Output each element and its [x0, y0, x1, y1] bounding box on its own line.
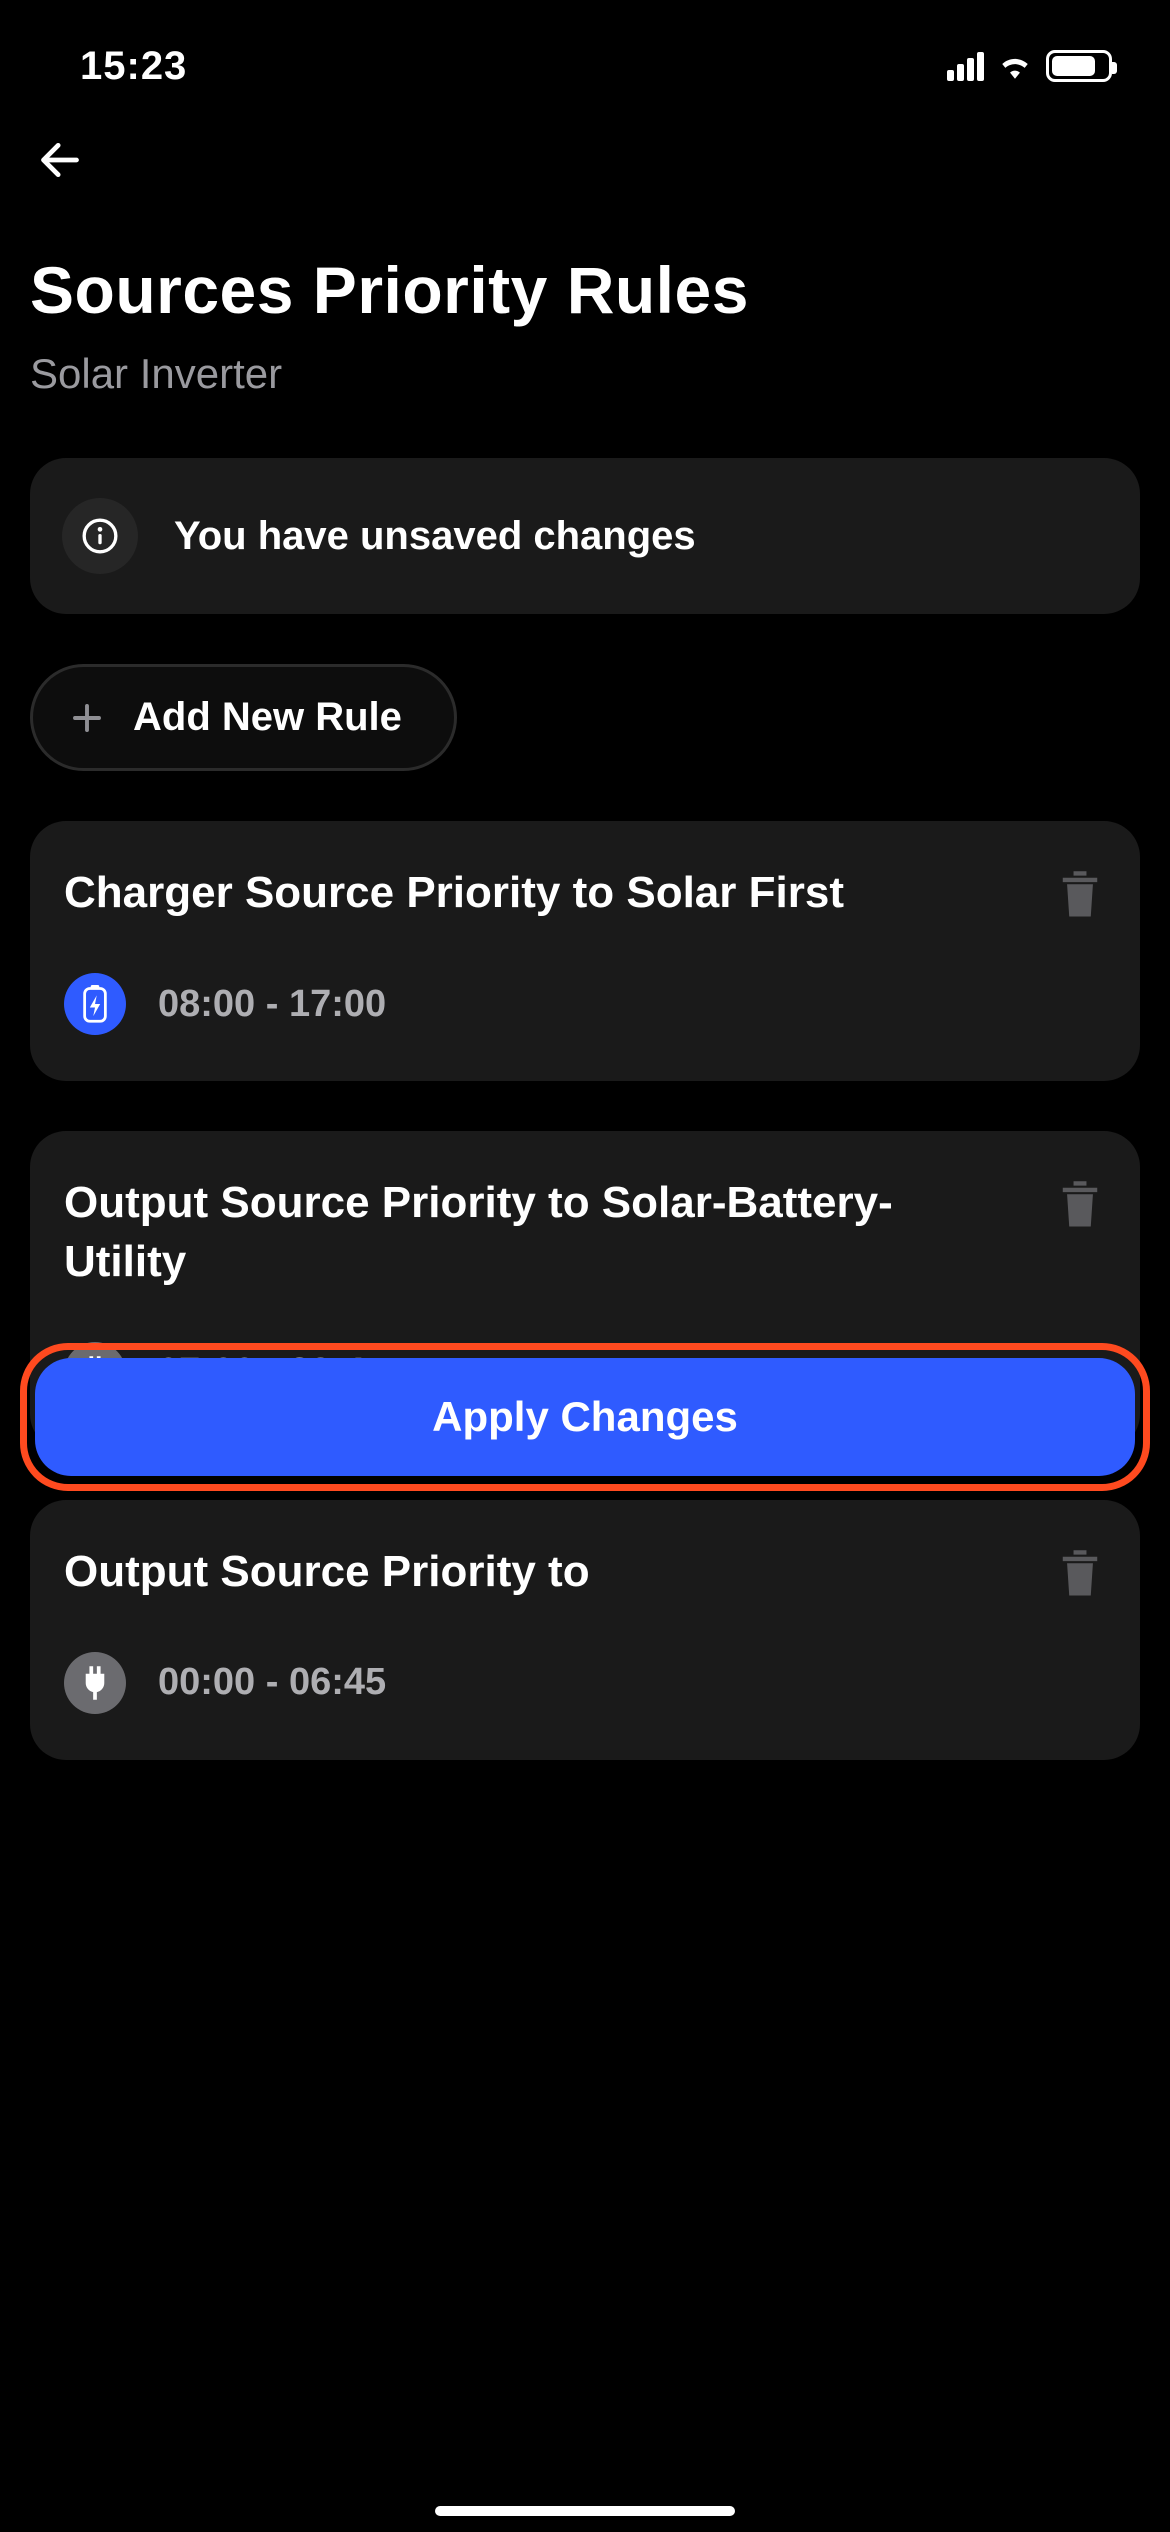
add-button-label: Add New Rule: [133, 695, 402, 740]
rule-card[interactable]: Charger Source Priority to Solar First 0…: [30, 821, 1140, 1081]
status-bar: 15:23: [0, 0, 1170, 110]
trash-icon: [1054, 1546, 1106, 1602]
rule-time: 08:00 - 17:00: [158, 983, 386, 1026]
info-icon: [62, 498, 138, 574]
rule-card[interactable]: Output Source Priority to 00:00 - 06:45: [30, 1500, 1140, 1760]
delete-rule-button[interactable]: [1054, 1177, 1106, 1233]
delete-rule-button[interactable]: [1054, 867, 1106, 923]
cellular-signal-icon: [947, 52, 984, 81]
apply-changes-highlight: Apply Changes: [20, 1343, 1150, 1491]
home-indicator[interactable]: [435, 2506, 735, 2516]
status-indicators: [947, 50, 1112, 82]
arrow-left-icon: [38, 138, 82, 182]
rule-title: Charger Source Priority to Solar First: [64, 863, 1030, 922]
apply-changes-button[interactable]: Apply Changes: [35, 1358, 1135, 1476]
page-title: Sources Priority Rules: [30, 252, 1140, 328]
unsaved-changes-banner: You have unsaved changes: [30, 458, 1140, 614]
back-button[interactable]: [30, 130, 90, 190]
plus-icon: [69, 700, 105, 736]
apply-changes-label: Apply Changes: [432, 1393, 738, 1441]
delete-rule-button[interactable]: [1054, 1546, 1106, 1602]
wifi-icon: [998, 53, 1032, 79]
status-time: 15:23: [80, 44, 187, 89]
trash-icon: [1054, 867, 1106, 923]
rule-title: Output Source Priority to Solar-Battery-…: [64, 1173, 1030, 1292]
battery-icon: [1046, 50, 1112, 82]
trash-icon: [1054, 1177, 1106, 1233]
add-new-rule-button[interactable]: Add New Rule: [30, 664, 457, 771]
plug-icon: [64, 1652, 126, 1714]
rule-title: Output Source Priority to: [64, 1542, 1030, 1601]
battery-charging-icon: [64, 973, 126, 1035]
rule-time: 00:00 - 06:45: [158, 1661, 386, 1704]
page-subtitle: Solar Inverter: [30, 350, 1140, 398]
banner-text: You have unsaved changes: [174, 514, 696, 559]
